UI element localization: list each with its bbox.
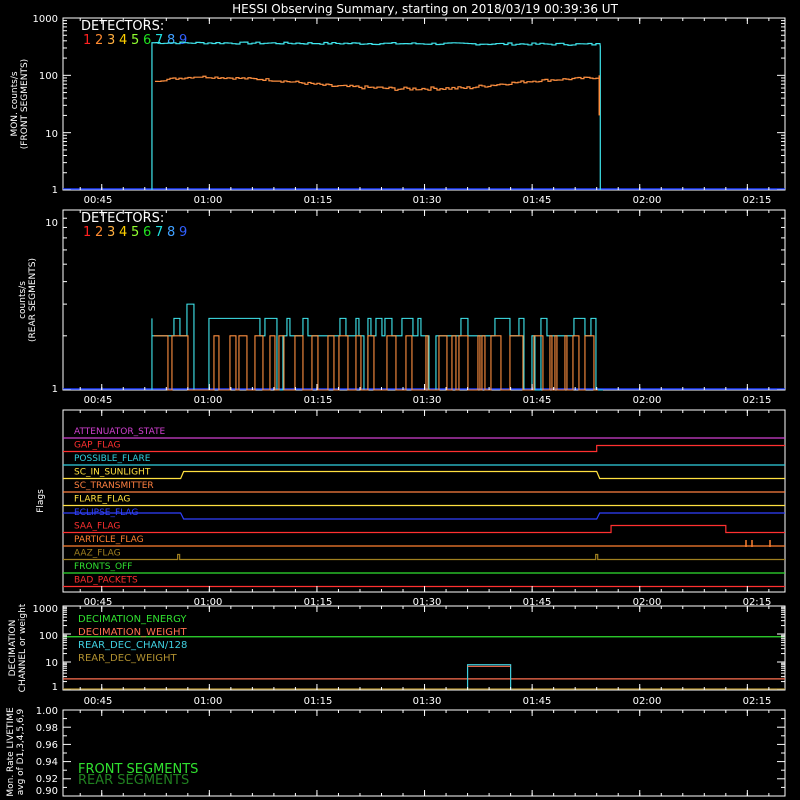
rear-legend-digits: 123456789 [83, 225, 187, 240]
rear-ylabel-line2: (REAR SEGMENTS) [28, 258, 38, 342]
decimation-ytick-label: 100 [39, 631, 58, 642]
legend-digit-8: 8 [167, 225, 175, 240]
xtick-label: 01:00 [194, 696, 223, 707]
xtick-label: 02:00 [633, 395, 662, 406]
background [0, 0, 800, 800]
rear-ytick-label: 1 [52, 384, 58, 395]
livetime-ylabel: Mon. Rate LIVETIME avg of D1,3,4,5,6,9 [6, 707, 26, 797]
legend-digit-6: 6 [143, 225, 151, 240]
xtick-label: 00:45 [84, 597, 113, 608]
legend-digit-7: 7 [155, 225, 163, 240]
front-ytick-label: 10 [45, 129, 58, 140]
xtick-label: 00:45 [84, 696, 113, 707]
front-legend-title: DETECTORS: [81, 19, 164, 34]
decimation-ylabel-line1: DECIMATION [8, 620, 18, 677]
livetime-ytick-label: 0.94 [36, 757, 58, 768]
legend-digit-7: 7 [155, 33, 163, 48]
dec-legend-rear-chan: REAR_DEC_CHAN/128 [78, 640, 187, 651]
flag-label: PARTICLE_FLAG [74, 535, 144, 545]
xtick-label: 01:00 [194, 195, 223, 206]
xtick-label: 02:00 [633, 195, 662, 206]
xtick-label: 01:15 [304, 696, 333, 707]
legend-digit-4: 4 [119, 33, 127, 48]
flag-label: SC_TRANSMITTER [74, 481, 154, 491]
rear-ytick-label: 10 [45, 218, 58, 229]
decimation-ytick-label: 1 [52, 682, 58, 693]
xtick-label: 02:00 [633, 597, 662, 608]
livetime-ylabel-line1: Mon. Rate LIVETIME [6, 707, 16, 797]
livetime-legend-rear: REAR SEGMENTS [78, 773, 189, 788]
flags-ylabel: Flags [36, 489, 46, 513]
livetime-ytick-label: 0.96 [36, 740, 58, 751]
legend-digit-6: 6 [143, 33, 151, 48]
xtick-label: 00:45 [84, 395, 113, 406]
flag-label: AAZ_FLAG [74, 549, 121, 559]
livetime-ytick-label: 0.98 [36, 723, 58, 734]
xtick-label: 01:45 [523, 195, 552, 206]
legend-digit-1: 1 [83, 33, 91, 48]
xtick-label: 02:15 [743, 696, 772, 707]
flag-label: ATTENUATOR_STATE [74, 427, 166, 437]
xtick-label: 01:30 [413, 696, 442, 707]
xtick-label: 01:45 [523, 395, 552, 406]
xtick-label: 02:00 [633, 696, 662, 707]
legend-digit-8: 8 [167, 33, 175, 48]
xtick-label: 01:00 [194, 597, 223, 608]
decimation-ytick-label: 1000 [33, 604, 58, 615]
front-ylabel-line2: (FRONT SEGMENTS) [20, 59, 30, 149]
front-legend-digits: 123456789 [83, 33, 187, 48]
decimation-ytick-label: 10 [45, 658, 58, 669]
legend-digit-3: 3 [107, 225, 115, 240]
legend-digit-3: 3 [107, 33, 115, 48]
xtick-label: 01:30 [413, 597, 442, 608]
chart-title: HESSI Observing Summary, starting on 201… [232, 2, 618, 16]
xtick-label: 01:45 [523, 597, 552, 608]
front-ytick-label: 1000 [33, 14, 58, 25]
legend-digit-5: 5 [131, 33, 139, 48]
legend-digit-1: 1 [83, 225, 91, 240]
hessi-summary-chart: HESSI Observing Summary, starting on 201… [0, 0, 800, 800]
dec-legend-rear-weight: REAR_DEC_WEIGHT [78, 653, 177, 664]
xtick-label: 00:45 [84, 195, 113, 206]
xtick-label: 01:15 [304, 395, 333, 406]
front-ylabel: MON. counts/s (FRONT SEGMENTS) [10, 59, 30, 149]
rear-ylabel-line1: counts/s [18, 281, 28, 319]
front-ytick-label: 1 [52, 185, 58, 196]
legend-digit-2: 2 [95, 225, 103, 240]
legend-digit-9: 9 [179, 225, 187, 240]
flag-label: BAD_PACKETS [74, 576, 138, 586]
front-ylabel-line1: MON. counts/s [10, 71, 20, 136]
rear-legend-title: DETECTORS: [81, 211, 164, 226]
xtick-label: 02:15 [743, 395, 772, 406]
flag-label: FRONTS_OFF [74, 562, 132, 572]
flag-label: FLARE_FLAG [74, 495, 130, 505]
xtick-label: 02:15 [743, 195, 772, 206]
livetime-ytick-label: 0.92 [36, 774, 58, 785]
flag-label: SAA_FLAG [74, 522, 120, 532]
flag-label: SC_IN_SUNLIGHT [74, 468, 151, 478]
xtick-label: 01:15 [304, 597, 333, 608]
front-ytick-label: 100 [39, 71, 58, 82]
flag-label: GAP_FLAG [74, 441, 120, 451]
xtick-label: 01:15 [304, 195, 333, 206]
xtick-label: 01:30 [413, 195, 442, 206]
livetime-ylabel-line2: avg of D1,3,4,5,6,9 [16, 708, 26, 795]
livetime-ytick-label: 1.00 [36, 706, 58, 717]
legend-digit-9: 9 [179, 33, 187, 48]
xtick-label: 01:45 [523, 696, 552, 707]
legend-digit-5: 5 [131, 225, 139, 240]
dec-legend-weight: DECIMATION_WEIGHT [78, 627, 187, 638]
xtick-label: 01:30 [413, 395, 442, 406]
legend-digit-4: 4 [119, 225, 127, 240]
livetime-ytick-label: 0.90 [36, 786, 58, 797]
decimation-ylabel-line2: CHANNEL or weight [18, 603, 28, 692]
flag-label: POSSIBLE_FLARE [74, 454, 151, 464]
xtick-label: 01:00 [194, 395, 223, 406]
legend-digit-2: 2 [95, 33, 103, 48]
dec-legend-energy: DECIMATION_ENERGY [78, 614, 187, 625]
